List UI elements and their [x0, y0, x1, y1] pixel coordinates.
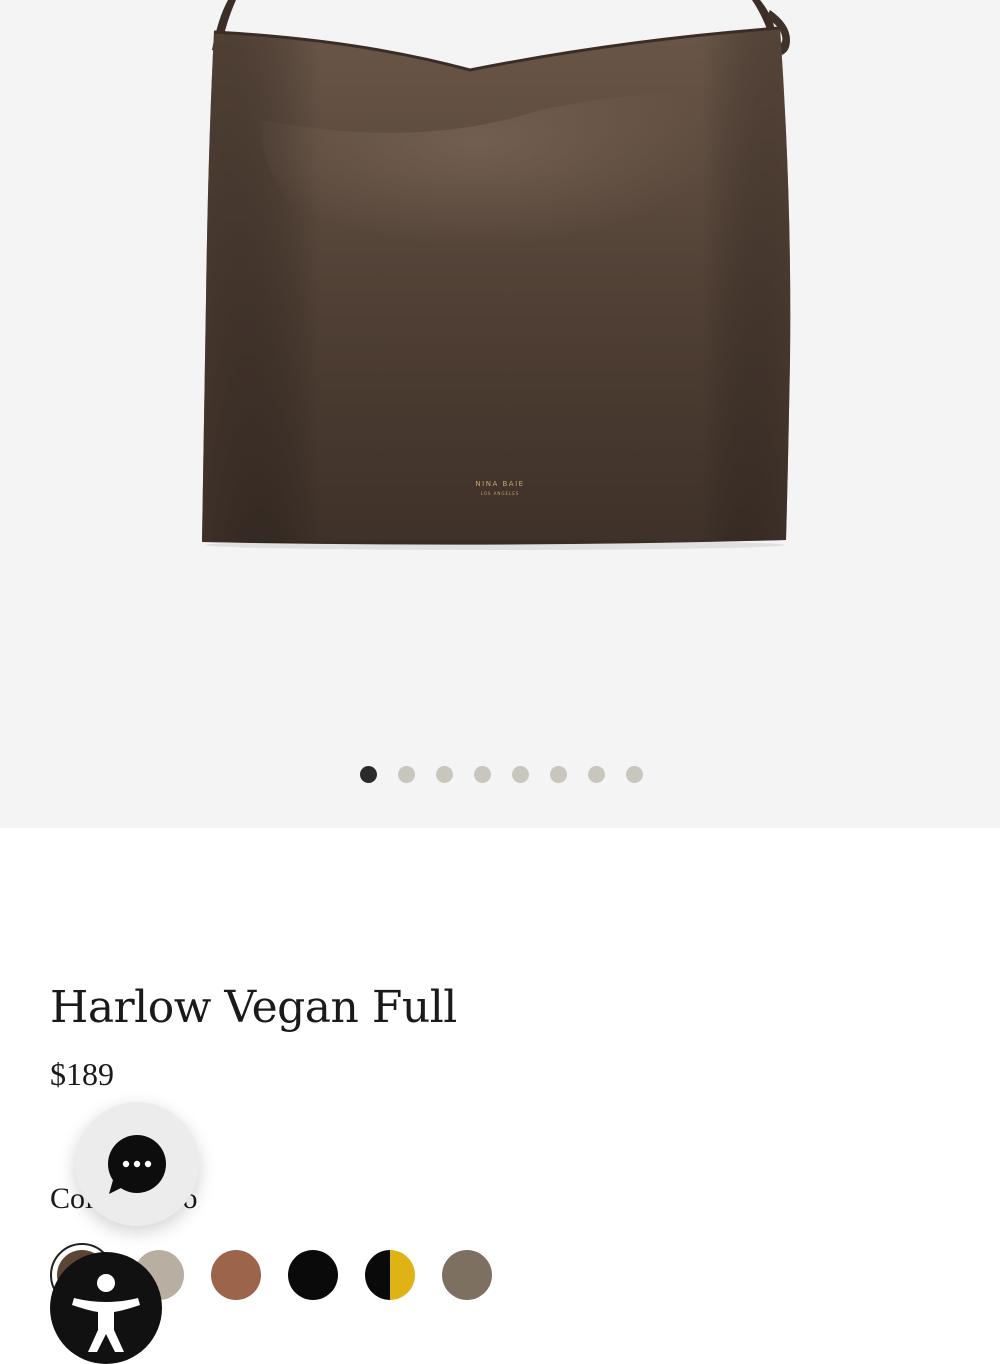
- gallery-dot-3[interactable]: [436, 766, 453, 783]
- gallery-dot-2[interactable]: [398, 766, 415, 783]
- product-image: [202, 0, 791, 550]
- gallery-dot-1[interactable]: [360, 766, 377, 783]
- gallery-dot-7[interactable]: [588, 766, 605, 783]
- product-title: Harlow Vegan Full: [50, 982, 457, 1033]
- chat-bubble-icon: [108, 1135, 166, 1194]
- accessibility-person-icon: [72, 1274, 140, 1352]
- gallery-dot-8[interactable]: [626, 766, 643, 783]
- swatch-black-yellow[interactable]: [365, 1250, 415, 1300]
- product-image-gallery[interactable]: NINA BAIE LOS ANGELES: [0, 0, 1000, 828]
- brand-logo-subtext: LOS ANGELES: [480, 491, 520, 496]
- gallery-dot-4[interactable]: [474, 766, 491, 783]
- chat-button[interactable]: [75, 1102, 199, 1226]
- accessibility-button[interactable]: [50, 1252, 162, 1364]
- brand-logo-text: NINA BAIE: [475, 480, 525, 488]
- swatch-grey-brown[interactable]: [442, 1250, 492, 1300]
- product-price: $189: [50, 1056, 114, 1092]
- swatch-black[interactable]: [288, 1250, 338, 1300]
- gallery-pagination: [360, 766, 643, 784]
- gallery-dot-5[interactable]: [512, 766, 529, 783]
- brand-logo: NINA BAIE LOS ANGELES: [440, 480, 560, 498]
- gallery-dot-6[interactable]: [550, 766, 567, 783]
- swatch-cognac[interactable]: [211, 1250, 261, 1300]
